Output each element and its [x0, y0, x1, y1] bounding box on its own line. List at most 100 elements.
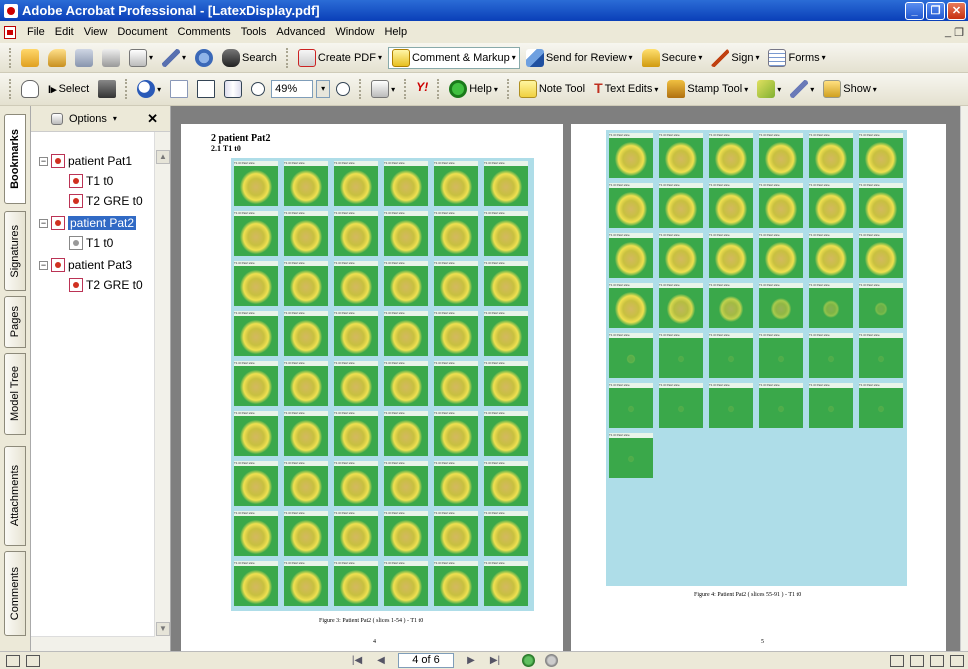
toolbar-grip[interactable]: [506, 79, 510, 99]
menu-tools[interactable]: Tools: [236, 26, 272, 38]
print-button[interactable]: [99, 47, 123, 69]
scroll-up-icon[interactable]: ▲: [156, 150, 170, 164]
minimize-button[interactable]: _: [905, 1, 924, 20]
pages-button[interactable]: ▾: [126, 47, 156, 69]
fit-width-button[interactable]: [221, 78, 245, 100]
menu-help[interactable]: Help: [379, 26, 412, 38]
tab-model-tree[interactable]: Model Tree: [4, 353, 26, 435]
stamp-tool-button[interactable]: Stamp Tool ▾: [664, 78, 751, 100]
brain-scan-image: [815, 192, 847, 226]
next-page-icon[interactable]: ▶: [464, 655, 478, 667]
sign-button[interactable]: Sign ▾: [708, 47, 762, 69]
document-icon[interactable]: [4, 25, 16, 39]
brain-scan-image: [490, 320, 522, 354]
note-tool-button[interactable]: Note Tool: [516, 78, 588, 100]
continuous-icon[interactable]: [910, 654, 924, 667]
forms-button[interactable]: Forms ▾: [765, 47, 828, 69]
select-tool-button[interactable]: I▸ Select: [45, 78, 92, 100]
email-button[interactable]: [192, 47, 216, 69]
show-button[interactable]: Show ▾: [820, 78, 880, 100]
tab-comments[interactable]: Comments: [4, 551, 26, 636]
bookmark-item[interactable]: − patient Pat1: [39, 152, 132, 170]
close-button[interactable]: ✕: [947, 1, 966, 20]
navigation-tabs: Bookmarks Signatures Pages Model Tree At…: [0, 106, 31, 651]
zoom-in-tool-button[interactable]: ▾: [134, 78, 164, 100]
hand-tool-button[interactable]: [18, 78, 42, 100]
doc-minimize-icon[interactable]: _: [945, 26, 951, 39]
collapse-icon[interactable]: −: [39, 156, 48, 166]
attach-button[interactable]: ▾: [159, 47, 189, 69]
menu-window[interactable]: Window: [330, 26, 379, 38]
bookmark-item[interactable]: T2 GRE t0: [69, 276, 143, 294]
help-button[interactable]: Help ▾: [446, 78, 501, 100]
mri-slice-thumbnail: T1 t0 Pat2 slice: [334, 261, 378, 306]
bookmark-item[interactable]: T1 t0: [69, 234, 113, 252]
save-button[interactable]: [72, 47, 96, 69]
menu-file[interactable]: File: [22, 26, 50, 38]
toolbar-grip[interactable]: [285, 47, 289, 68]
toolbar-grip[interactable]: [437, 79, 440, 99]
create-pdf-button[interactable]: Create PDF ▾: [295, 47, 385, 69]
yahoo-button[interactable]: Y!: [413, 78, 431, 100]
collapse-icon[interactable]: −: [39, 260, 48, 270]
actual-size-button[interactable]: [167, 78, 191, 100]
document-view[interactable]: 2 patient Pat2 2.1 T1 t0 T1 t0 Pat2 slic…: [171, 106, 960, 651]
save-status-icon[interactable]: [6, 654, 20, 667]
zoom-out-button[interactable]: [248, 78, 268, 100]
collapse-icon[interactable]: −: [39, 218, 48, 228]
fit-page-button[interactable]: [194, 78, 218, 100]
brain-scan-image: [874, 302, 888, 316]
drawing-button[interactable]: ▾: [787, 78, 817, 100]
menu-comments[interactable]: Comments: [173, 26, 236, 38]
open-button[interactable]: [18, 47, 42, 69]
options-menu[interactable]: Options: [69, 113, 107, 125]
page-number-input[interactable]: 4 of 6: [398, 653, 454, 668]
organizer-button[interactable]: [45, 47, 69, 69]
zoom-in-button[interactable]: [333, 78, 353, 100]
toolbar-grip[interactable]: [9, 47, 12, 68]
first-page-icon[interactable]: |◀: [350, 655, 364, 667]
bookmark-item[interactable]: T2 GRE t0: [69, 192, 143, 210]
page-size-icon[interactable]: [26, 654, 40, 667]
tab-signatures-label: Signatures: [9, 224, 21, 278]
comment-markup-button[interactable]: Comment & Markup ▾: [387, 46, 520, 69]
next-view-icon[interactable]: [545, 654, 558, 667]
close-panel-icon[interactable]: ✕: [147, 111, 158, 127]
secure-button[interactable]: Secure ▾: [639, 47, 706, 69]
menu-document[interactable]: Document: [112, 26, 172, 38]
rotate-button[interactable]: ▾: [368, 78, 398, 100]
text-edits-button[interactable]: T Text Edits ▾: [591, 78, 661, 100]
send-review-button[interactable]: Send for Review ▾: [523, 47, 636, 69]
menu-advanced[interactable]: Advanced: [271, 26, 330, 38]
menu-view[interactable]: View: [79, 26, 113, 38]
tab-bookmarks[interactable]: Bookmarks: [4, 114, 26, 204]
tab-pages[interactable]: Pages: [4, 296, 26, 348]
bookmarks-hscroll[interactable]: [31, 636, 155, 651]
facing-icon[interactable]: [930, 654, 944, 667]
toolbar-grip[interactable]: [125, 79, 128, 99]
search-button[interactable]: Search: [219, 47, 280, 69]
continuous-facing-icon[interactable]: [950, 654, 964, 667]
previous-view-icon[interactable]: [522, 654, 535, 667]
toolbar-grip[interactable]: [359, 79, 362, 99]
previous-page-icon[interactable]: ◀: [374, 655, 388, 667]
restore-button[interactable]: ❐: [926, 1, 945, 20]
last-page-icon[interactable]: ▶|: [488, 655, 502, 667]
tab-attachments[interactable]: Attachments: [4, 446, 26, 546]
highlight-button[interactable]: ▾: [754, 78, 784, 100]
menu-edit[interactable]: Edit: [50, 26, 79, 38]
bookmark-item[interactable]: T1 t0: [69, 172, 113, 190]
bookmark-item-selected[interactable]: − patient Pat2: [39, 214, 137, 232]
toolbar-grip[interactable]: [9, 79, 12, 99]
document-vscroll[interactable]: [960, 106, 968, 651]
single-page-icon[interactable]: [890, 654, 904, 667]
tab-signatures[interactable]: Signatures: [4, 211, 26, 291]
scroll-down-icon[interactable]: ▼: [156, 622, 170, 636]
zoom-dropdown[interactable]: ▾: [316, 80, 331, 98]
zoom-input[interactable]: 49%: [271, 80, 314, 98]
bookmark-item[interactable]: − patient Pat3: [39, 256, 132, 274]
toolbar-grip[interactable]: [404, 79, 407, 99]
bookmarks-vscroll[interactable]: ▲ ▼: [154, 132, 170, 651]
snapshot-button[interactable]: [95, 78, 119, 100]
doc-restore-icon[interactable]: ❐: [954, 26, 964, 39]
